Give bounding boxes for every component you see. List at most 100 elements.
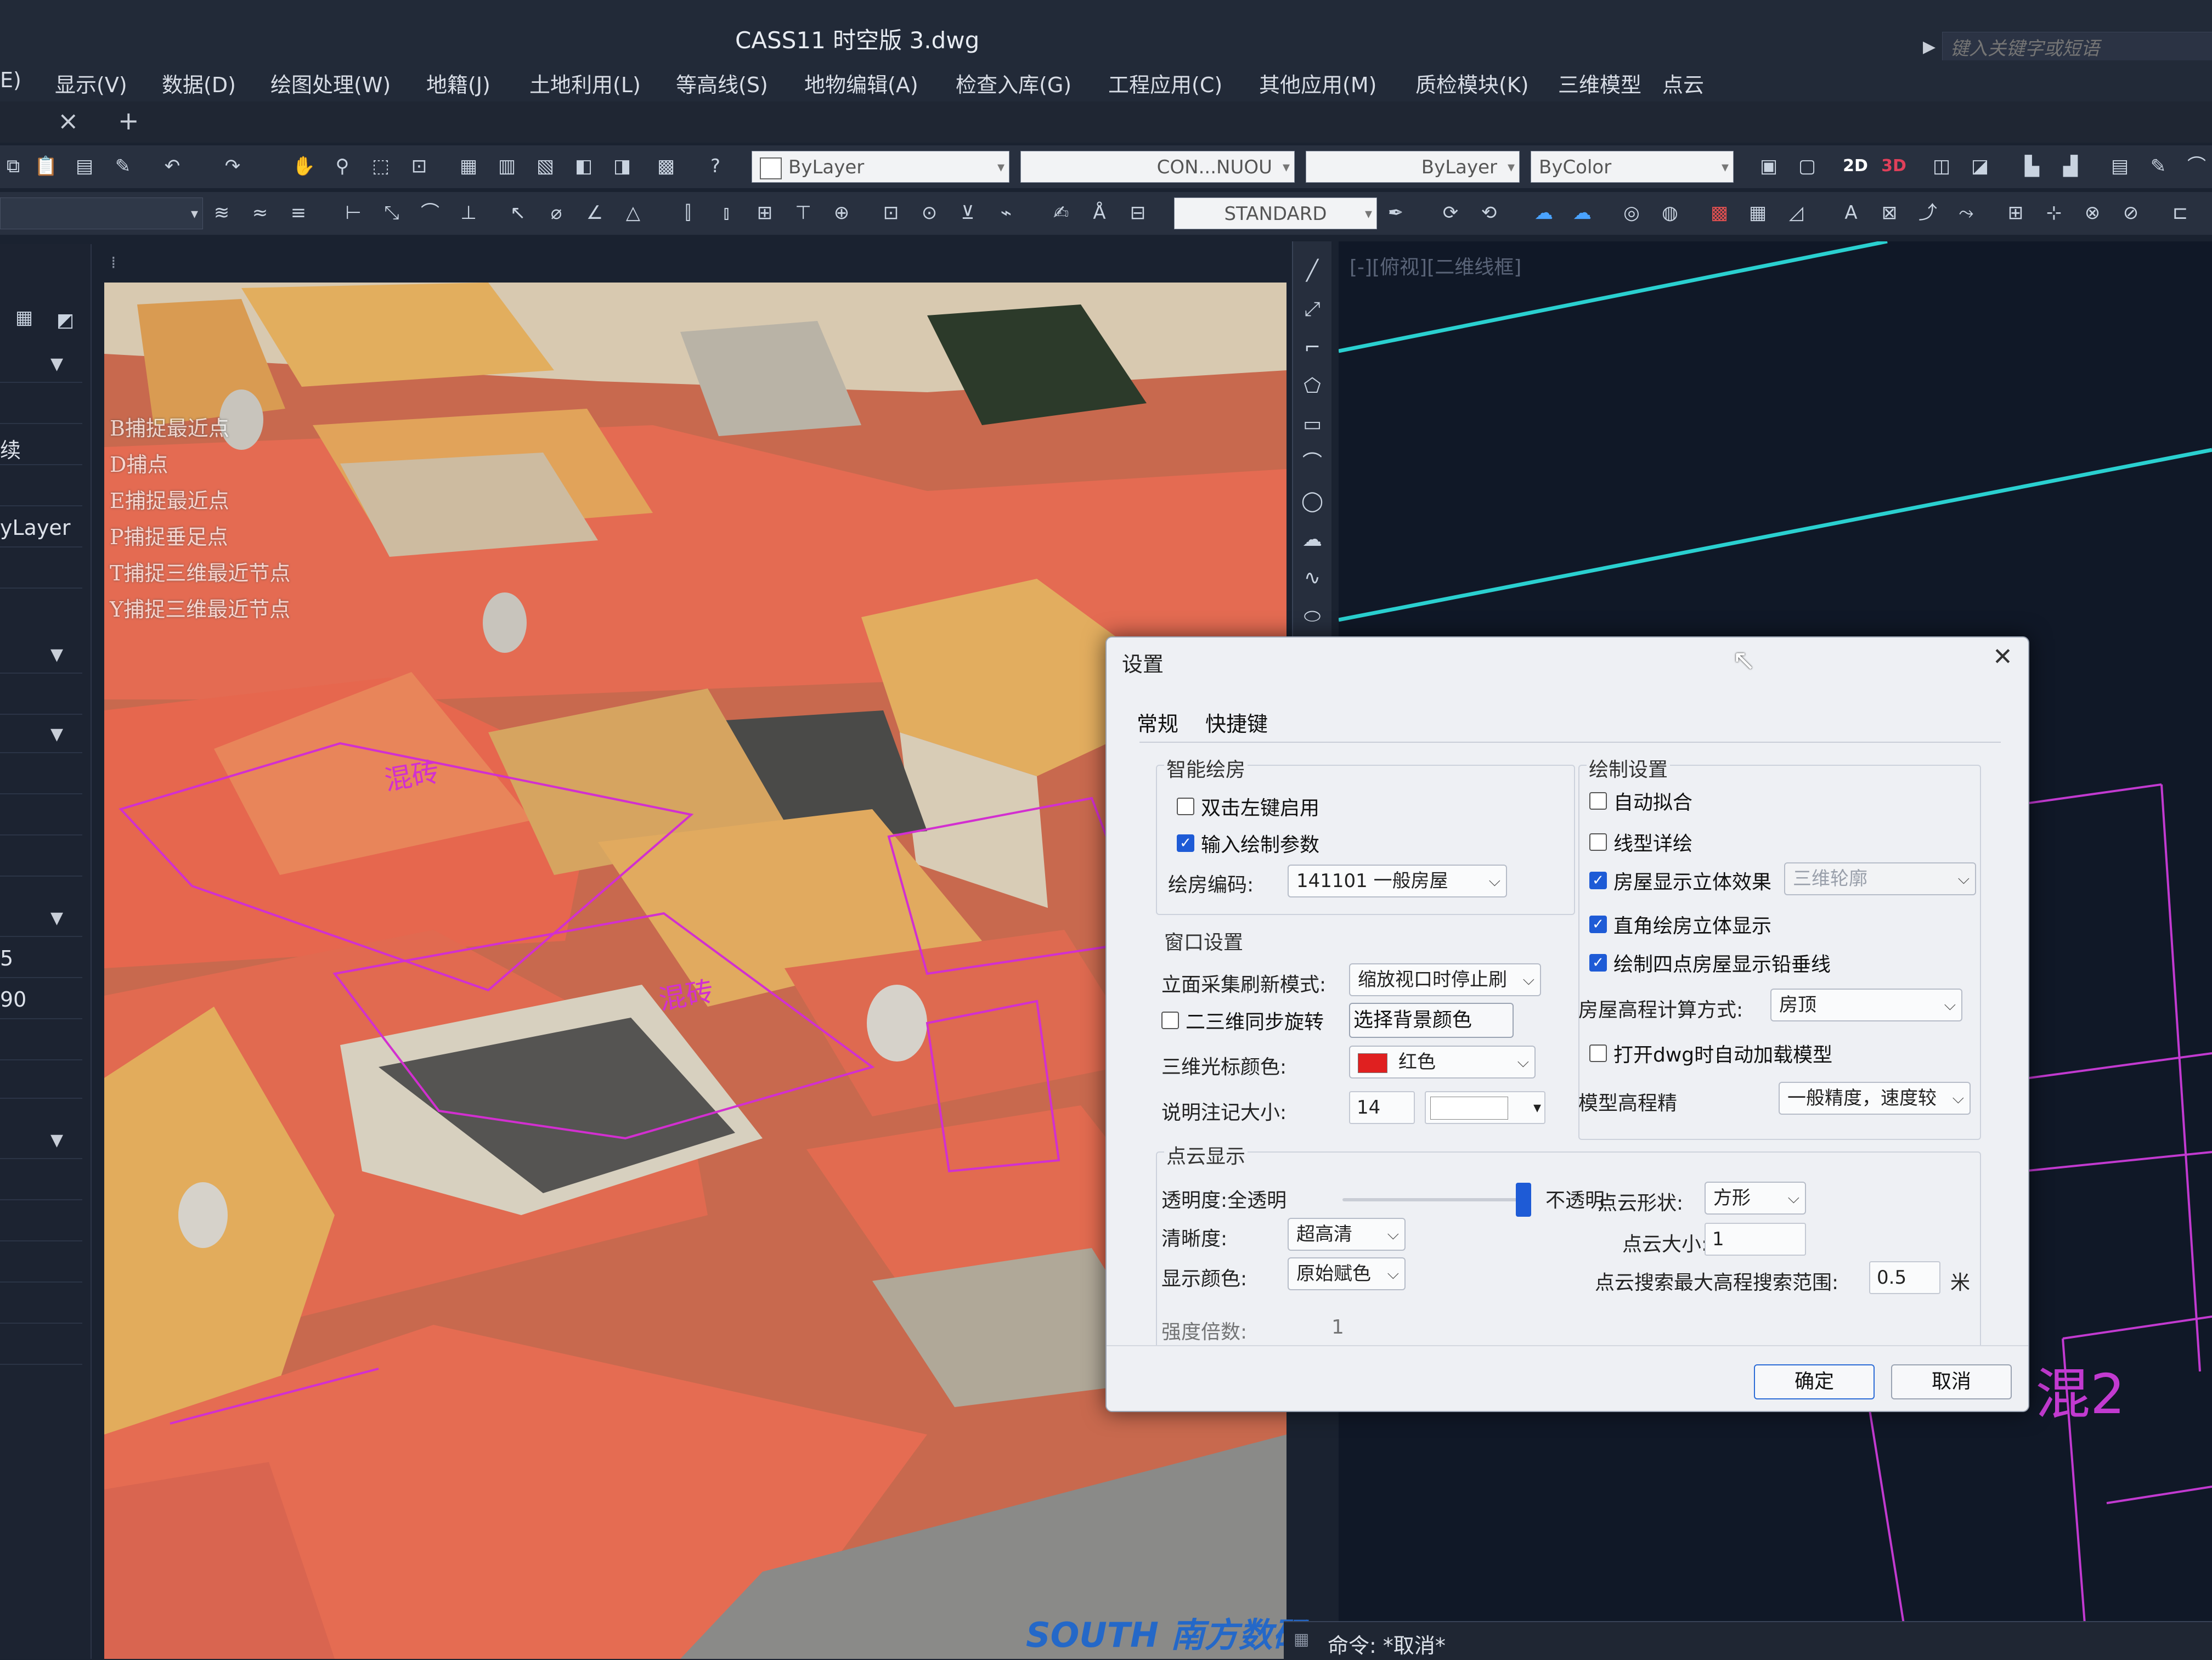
layout-icon[interactable]: ◎	[1618, 200, 1645, 226]
panel-section-extra[interactable]: ▼	[0, 1122, 82, 1159]
sync-rotate-checkbox[interactable]: 二三维同步旋转	[1161, 1006, 1324, 1035]
linetype-combo[interactable]: CON...NUOU ▾	[1020, 151, 1295, 183]
paste-icon[interactable]: 📋	[33, 153, 59, 179]
layer-off-icon[interactable]: ≡	[285, 200, 312, 226]
regen-icon[interactable]: ⟲	[1476, 200, 1502, 226]
workspace-combo[interactable]: ▾	[0, 197, 203, 229]
auto-fit-checkbox[interactable]: 自动拟合	[1589, 787, 1692, 815]
match-prop-icon[interactable]: ▤	[71, 153, 98, 179]
menu-point-cloud[interactable]: 点云	[1662, 68, 1704, 98]
zoom-previous-icon[interactable]: ⊡	[406, 153, 432, 179]
menu-cadastre[interactable]: 地籍(J)	[426, 68, 490, 98]
select-objects-icon[interactable]: ▦	[11, 304, 37, 331]
polyline-icon[interactable]: ⌐	[1299, 335, 1325, 361]
menu-contour[interactable]: 等高线(S)	[676, 68, 768, 98]
menu-other[interactable]: 其他应用(M)	[1259, 68, 1376, 98]
double-click-enable-checkbox[interactable]: 双击左键启用	[1177, 792, 1319, 821]
text-align-icon[interactable]: ⊟	[1125, 200, 1151, 226]
tab-general[interactable]: 常规	[1137, 707, 1178, 737]
display-color-select[interactable]: 原始赋色 ⌵	[1288, 1257, 1406, 1290]
undo-icon[interactable]: ↶	[159, 153, 185, 179]
cursor-color-select[interactable]: 红色 ⌵	[1349, 1046, 1536, 1079]
extend-icon[interactable]: ⤳	[1953, 200, 1979, 226]
revision-cloud-icon[interactable]: ☁	[1299, 527, 1325, 553]
3d-view-button[interactable]: 3D	[1881, 153, 1907, 179]
attribute-icon[interactable]: ⊠	[1876, 200, 1903, 226]
render-icon[interactable]: ◪	[1967, 153, 1993, 179]
plot-icon[interactable]: ◍	[1657, 200, 1683, 226]
close-icon[interactable]: ✕	[1993, 643, 2013, 671]
dim-arc-icon[interactable]: ⌒	[417, 200, 443, 226]
pan-icon[interactable]: ✋	[291, 153, 317, 179]
spline-icon[interactable]: ∿	[1299, 565, 1325, 591]
trim-icon[interactable]: ⤴	[1915, 200, 1941, 226]
boundary-icon[interactable]: ⊏	[2167, 200, 2193, 226]
panel-section-view[interactable]: ▼	[0, 716, 82, 753]
point-size-input[interactable]: 1	[1705, 1223, 1806, 1256]
note-size-input[interactable]: 14	[1349, 1091, 1415, 1124]
jog-icon[interactable]: ⊙	[916, 200, 943, 226]
lineweight-combo[interactable]: ByLayer ▾	[1306, 151, 1520, 183]
block-icon[interactable]: ⊞	[2002, 200, 2029, 226]
model-precision-select[interactable]: 一般精度，速度较 ⌵	[1779, 1082, 1971, 1115]
menu-engineering[interactable]: 工程应用(C)	[1108, 68, 1222, 98]
dim-space-icon[interactable]: ⊞	[752, 200, 778, 226]
panel-section-3d[interactable]: ▼	[0, 636, 82, 674]
quick-dim-icon[interactable]: △	[620, 200, 646, 226]
dim-diameter-icon[interactable]: ⌀	[543, 200, 569, 226]
cloud-icon[interactable]: ☁	[1531, 200, 1557, 226]
layers-icon[interactable]: ≋	[208, 200, 235, 226]
viewport-label[interactable]: [-][俯视][二维线框]	[1350, 251, 1521, 280]
zoom-window-icon[interactable]: ⬚	[368, 153, 394, 179]
point-delete-icon[interactable]: ⊗	[2079, 200, 2106, 226]
design-center-icon[interactable]: ▥	[494, 153, 520, 179]
point-shape-select[interactable]: 方形 ⌵	[1705, 1182, 1806, 1215]
brush-icon[interactable]: ✎	[110, 153, 136, 179]
drag-handle[interactable]: ⁞	[111, 253, 116, 273]
survey-icon[interactable]: ▩	[1706, 200, 1733, 226]
dim-edit-icon[interactable]: ⊻	[955, 200, 981, 226]
view-icon[interactable]: ◫	[1928, 153, 1955, 179]
search-expand-icon[interactable]: ▶	[1923, 37, 1936, 57]
tolerance-icon[interactable]: ⊤	[790, 200, 816, 226]
copy-icon[interactable]: ⧉	[0, 153, 26, 179]
dim-ordinate-icon[interactable]: ⊥	[455, 200, 482, 226]
cloud-load-icon[interactable]: ☁	[1569, 200, 1595, 226]
dim-radius-icon[interactable]: ↖	[505, 200, 531, 226]
menu-edit[interactable]: E)	[0, 68, 21, 92]
panel-section-misc[interactable]: ▼	[0, 900, 82, 937]
command-line[interactable]: ▦ 命令: *取消*	[1284, 1621, 2212, 1660]
quick-select-icon[interactable]: ◩	[52, 307, 78, 334]
arc-icon[interactable]: ⌒	[1299, 450, 1325, 476]
right-angle-3d-checkbox[interactable]: ✓ 直角绘房立体显示	[1589, 910, 1771, 939]
slope-icon[interactable]: ◿	[1783, 200, 1809, 226]
pen-icon[interactable]: ✒	[1383, 200, 1409, 226]
help-icon[interactable]: ?	[702, 153, 729, 179]
baseline-icon[interactable]: ⫿	[675, 200, 701, 226]
layer-state-icon[interactable]: ▢	[1794, 153, 1820, 179]
clarity-select[interactable]: 超高清 ⌵	[1288, 1218, 1406, 1251]
edit-icon[interactable]: ✎	[2145, 153, 2171, 179]
refresh-mode-select[interactable]: 缩放视口时停止刷 ⌵	[1349, 963, 1541, 996]
dim-angle-icon[interactable]: ∠	[582, 200, 608, 226]
cancel-button[interactable]: 取消	[1891, 1364, 2012, 1399]
redo-icon[interactable]: ↷	[219, 153, 246, 179]
menu-land-use[interactable]: 土地利用(L)	[529, 68, 641, 98]
tool-palette-icon[interactable]: ▧	[532, 153, 558, 179]
add-tab-icon[interactable]: +	[118, 106, 139, 135]
ok-button[interactable]: 确定	[1754, 1364, 1875, 1399]
house-3d-effect-checkbox[interactable]: ✓ 房屋显示立体效果	[1589, 866, 1771, 895]
dim-update-icon[interactable]: ⌁	[993, 200, 1019, 226]
point-move-icon[interactable]: ⊘	[2118, 200, 2144, 226]
layer-combo[interactable]: ByLayer ▾	[752, 151, 1009, 183]
elevation-method-select[interactable]: 房顶 ⌵	[1770, 989, 1962, 1021]
four-point-plumb-checkbox[interactable]: ✓ 绘制四点房屋显示铅垂线	[1589, 948, 1831, 977]
input-params-checkbox[interactable]: ✓ 输入绘制参数	[1177, 829, 1319, 857]
layer-manager-icon[interactable]: ▣	[1756, 153, 1782, 179]
transparency-slider-thumb[interactable]	[1515, 1183, 1531, 1217]
house-code-select[interactable]: 141101 一般房屋 ⌵	[1288, 865, 1507, 897]
table-icon[interactable]: ▤	[2107, 153, 2133, 179]
drag-handle[interactable]: ▦	[1294, 1630, 1309, 1649]
search-range-input[interactable]: 0.5	[1869, 1261, 1940, 1294]
line-icon[interactable]: ╱	[1299, 258, 1325, 284]
